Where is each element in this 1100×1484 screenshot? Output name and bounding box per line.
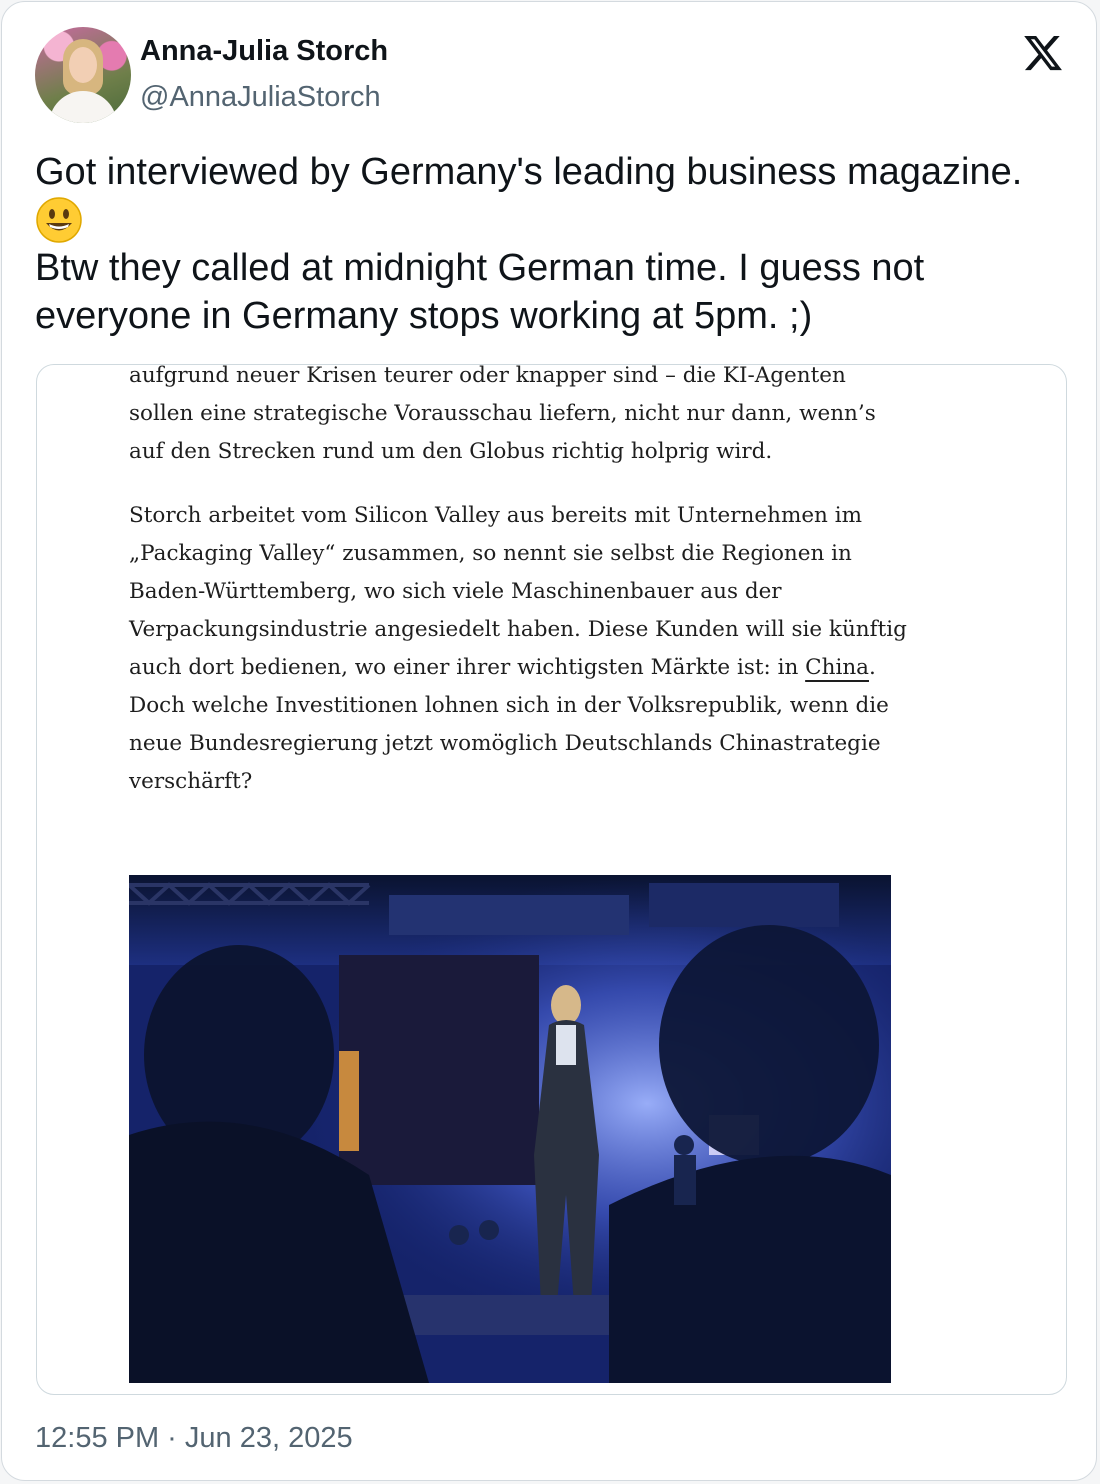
timestamp[interactable]: 12:55 PM · Jun 23, 2025: [35, 1422, 353, 1455]
article-photo: [129, 875, 891, 1383]
media-image[interactable]: aufgrund neuer Krisen teurer oder knappe…: [36, 364, 1067, 1395]
article-line: sollen eine strategische Vorausschau lie…: [129, 401, 876, 426]
article-line: auch dort bedienen, wo einer ihrer wicht…: [129, 649, 909, 687]
article-line: verschärft?: [129, 769, 253, 794]
article-paragraph-2: Storch arbeitet vom Silicon Valley aus b…: [129, 497, 909, 801]
avatar-body: [49, 91, 117, 123]
article-line: auf den Strecken rund um den Globus rich…: [129, 439, 773, 464]
article-paragraph-1: aufgrund neuer Krisen teurer oder knappe…: [129, 364, 909, 471]
tweet-text: Got interviewed by Germany's leading bus…: [35, 148, 1075, 340]
article-text: .: [868, 655, 876, 680]
tweet-line: Btw they called at midnight German time.…: [35, 247, 925, 289]
author-handle[interactable]: @AnnaJuliaStorch: [140, 81, 381, 114]
author-name[interactable]: Anna-Julia Storch: [140, 35, 388, 68]
article-text: auch dort bedienen, wo einer ihrer wicht…: [129, 655, 806, 680]
tweet-line: Got interviewed by Germany's leading bus…: [35, 151, 1023, 193]
x-logo-icon[interactable]: [1021, 32, 1065, 74]
article-line: Storch arbeitet vom Silicon Valley aus b…: [129, 503, 862, 528]
article-link-china: China: [805, 655, 869, 680]
avatar[interactable]: [35, 27, 131, 123]
tweet-emoji-line: [35, 196, 1075, 244]
article-line: neue Bundesregierung jetzt womöglich Deu…: [129, 731, 881, 756]
article-line: Baden-Württemberg, wo sich viele Maschin…: [129, 579, 782, 604]
article-line: Verpackungsindustrie angesiedelt haben. …: [129, 617, 907, 642]
article-line: „Packaging Valley“ zusammen, so nennt si…: [129, 541, 852, 566]
article-line: Doch welche Investitionen lohnen sich in…: [129, 693, 889, 718]
tweet-line: everyone in Germany stops working at 5pm…: [35, 295, 813, 337]
avatar-face: [69, 47, 97, 83]
article-screenshot: aufgrund neuer Krisen teurer oder knappe…: [129, 364, 909, 827]
smiling-face-icon: [36, 197, 82, 243]
tweet-card: Anna-Julia Storch @AnnaJuliaStorch Got i…: [1, 1, 1097, 1481]
article-line: aufgrund neuer Krisen teurer oder knappe…: [129, 364, 846, 388]
